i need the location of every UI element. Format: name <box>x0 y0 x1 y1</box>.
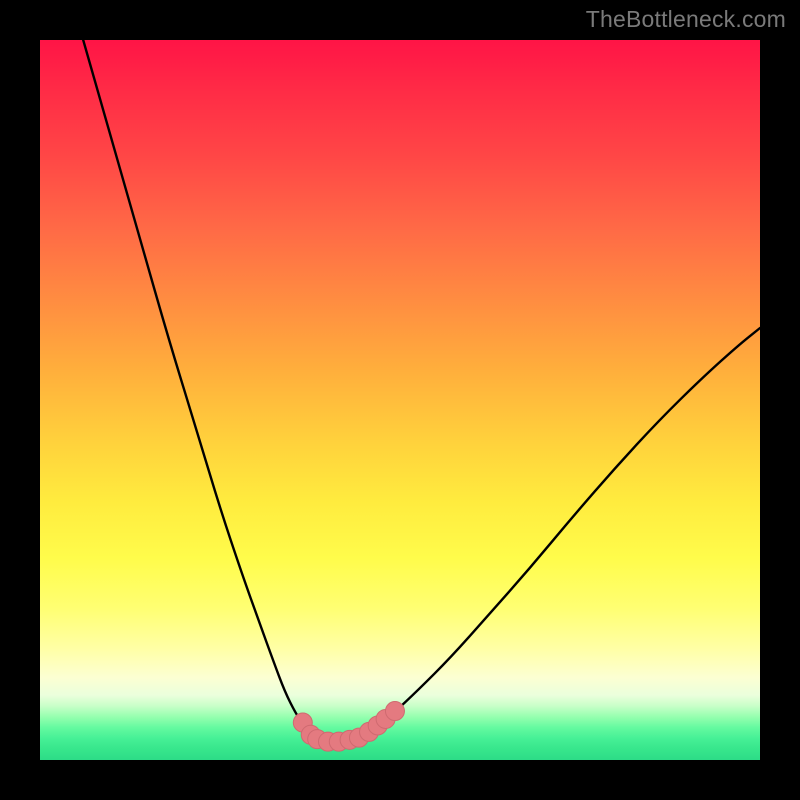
curve-marker <box>385 702 404 721</box>
plot-area <box>40 40 760 760</box>
curve-markers <box>293 702 404 752</box>
curve-layer <box>40 40 760 760</box>
watermark-text: TheBottleneck.com <box>586 6 786 33</box>
chart-frame: TheBottleneck.com <box>0 0 800 800</box>
bottleneck-curve <box>83 40 760 741</box>
